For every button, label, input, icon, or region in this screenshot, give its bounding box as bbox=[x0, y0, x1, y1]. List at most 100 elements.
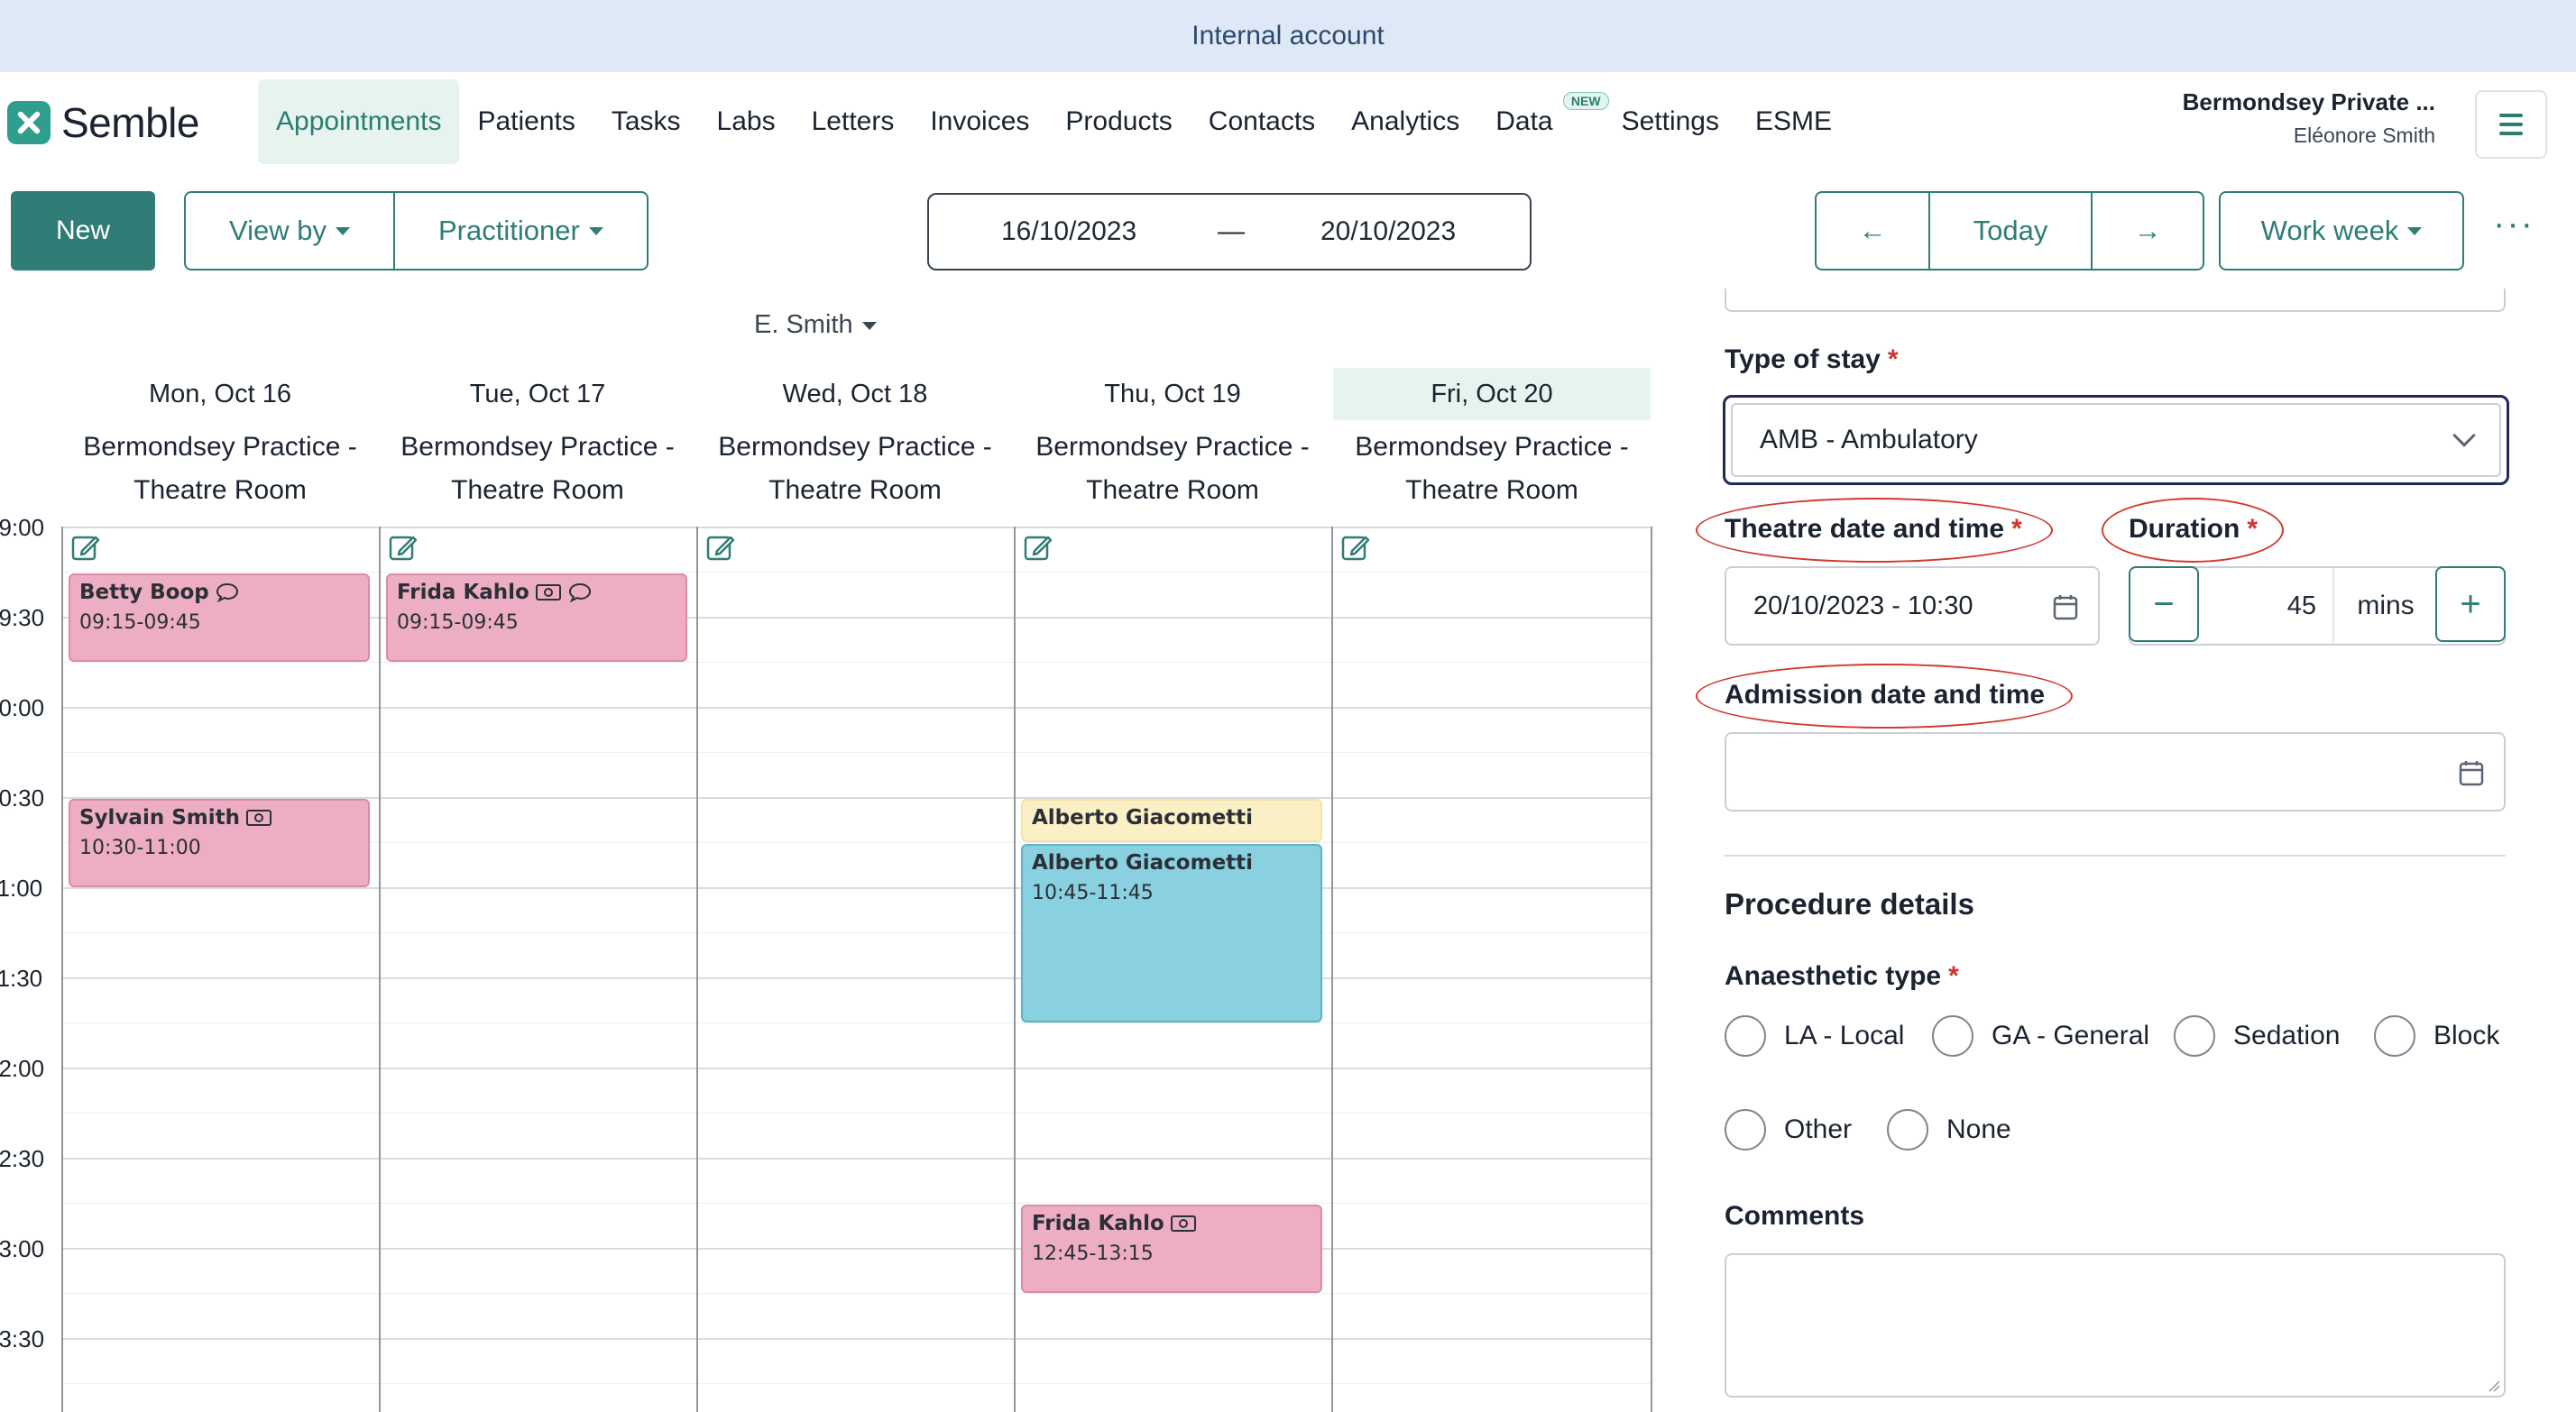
radio-other[interactable]: Other bbox=[1725, 1109, 1852, 1151]
edit-note-icon[interactable] bbox=[70, 532, 101, 563]
appointment-time: 09:15-09:45 bbox=[79, 611, 201, 634]
appointment-card[interactable]: Sylvain Smith 10:30-11:00 bbox=[69, 799, 370, 887]
calendar-icon[interactable] bbox=[2053, 593, 2078, 620]
label-text: Duration bbox=[2129, 514, 2240, 544]
calendar-icon[interactable] bbox=[2459, 759, 2484, 786]
view-by-label: View by bbox=[229, 215, 327, 246]
duration-label: Duration * bbox=[2129, 514, 2258, 545]
date-navigation: ← Today → bbox=[1815, 191, 2204, 270]
account-switcher[interactable]: Bermondsey Private ... Eléonore Smith bbox=[2183, 88, 2435, 148]
account-name: Bermondsey Private ... bbox=[2182, 88, 2435, 115]
comment-icon bbox=[216, 582, 238, 603]
nav-labs[interactable]: Labs bbox=[699, 79, 794, 164]
nav-data[interactable]: Data NEW bbox=[1477, 79, 1609, 164]
more-options-icon[interactable]: ··· bbox=[2493, 206, 2535, 242]
appointment-patient: Sylvain Smith bbox=[79, 806, 241, 830]
previous-field[interactable] bbox=[1725, 289, 2506, 312]
edit-note-icon[interactable] bbox=[1023, 532, 1053, 563]
nav-products[interactable]: Products bbox=[1047, 79, 1190, 164]
today-button[interactable]: Today bbox=[1928, 193, 2091, 269]
practitioner-filter[interactable]: E. Smith bbox=[754, 310, 877, 340]
arrow-right-icon: → bbox=[2133, 215, 2162, 246]
appointment-time: 10:30-11:00 bbox=[79, 837, 201, 859]
grid-line bbox=[61, 707, 1652, 709]
filter-button-group: View by Practitioner bbox=[184, 191, 649, 270]
nav-appointments[interactable]: Appointments bbox=[258, 79, 460, 164]
edit-note-icon[interactable] bbox=[1340, 532, 1371, 563]
column-divider bbox=[1331, 527, 1333, 1412]
brand-name: Semble bbox=[61, 99, 199, 146]
day-header-tue: Tue, Oct 17 bbox=[469, 379, 606, 408]
next-week-button[interactable]: → bbox=[2091, 193, 2203, 269]
semble-logo[interactable]: Semble bbox=[7, 97, 199, 148]
grid-line bbox=[61, 1068, 1652, 1069]
appointment-name-row: Betty Boop bbox=[79, 581, 359, 604]
appointment-card[interactable]: Alberto Giacometti bbox=[1021, 799, 1322, 842]
menu-icon[interactable] bbox=[2475, 90, 2547, 159]
nav-letters[interactable]: Letters bbox=[794, 79, 913, 164]
room-line1: Bermondsey Practice - bbox=[1355, 432, 1629, 462]
increase-duration-button[interactable]: + bbox=[2435, 566, 2506, 642]
date-range-picker[interactable]: 16/10/2023 — 20/10/2023 bbox=[927, 193, 1532, 270]
required-marker: * bbox=[1887, 344, 1899, 374]
resize-handle-icon[interactable] bbox=[2486, 1378, 2500, 1392]
edit-note-icon[interactable] bbox=[705, 532, 736, 563]
theatre-datetime-value: 20/10/2023 - 10:30 bbox=[1753, 591, 1973, 620]
work-week-dropdown[interactable]: Work week bbox=[2219, 191, 2464, 270]
duration-unit: mins bbox=[2332, 568, 2437, 644]
payment-icon bbox=[246, 810, 272, 826]
room-line1: Bermondsey Practice - bbox=[400, 432, 675, 462]
top-navigation: Semble Appointments Patients Tasks Labs … bbox=[0, 72, 2576, 171]
radio-label: GA - General bbox=[1992, 1021, 2150, 1050]
nav-tasks[interactable]: Tasks bbox=[593, 79, 699, 164]
grid-line bbox=[61, 1203, 1652, 1204]
appointment-time: 10:45-11:45 bbox=[1032, 882, 1154, 904]
nav-contacts[interactable]: Contacts bbox=[1191, 79, 1333, 164]
appointment-name-row: Sylvain Smith bbox=[79, 806, 359, 830]
radio-label: Other bbox=[1784, 1114, 1853, 1144]
time-label: 11:00 bbox=[0, 875, 43, 902]
radio-la-local[interactable]: LA - Local bbox=[1725, 1015, 1904, 1057]
internal-account-banner: Internal account bbox=[0, 0, 2576, 72]
edit-note-icon[interactable] bbox=[388, 532, 419, 563]
duration-value[interactable]: 45 bbox=[2197, 568, 2332, 644]
view-by-dropdown[interactable]: View by bbox=[186, 193, 393, 269]
radio-circle bbox=[1887, 1109, 1928, 1151]
new-button[interactable]: New bbox=[11, 191, 155, 270]
room-line2: Theatre Room bbox=[1405, 475, 1578, 505]
nav-settings[interactable]: Settings bbox=[1604, 79, 1737, 164]
theatre-datetime-input[interactable]: 20/10/2023 - 10:30 bbox=[1725, 566, 2100, 646]
nav-analytics[interactable]: Analytics bbox=[1333, 79, 1477, 164]
radio-none[interactable]: None bbox=[1887, 1109, 2011, 1151]
time-label: 09:30 bbox=[0, 604, 45, 631]
nav-esme[interactable]: ESME bbox=[1737, 79, 1850, 164]
date-to[interactable]: 20/10/2023 bbox=[1320, 216, 1456, 247]
type-of-stay-select[interactable]: AMB - Ambulatory bbox=[1723, 395, 2509, 485]
appointment-name-row: Frida Kahlo bbox=[397, 581, 676, 604]
date-from[interactable]: 16/10/2023 bbox=[1001, 216, 1136, 247]
time-grid[interactable]: 09:00 09:30 10:00 10:30 11:00 11:30 12:0… bbox=[0, 514, 1652, 1412]
decrease-duration-button[interactable]: − bbox=[2129, 566, 2199, 642]
practitioner-filter-label: E. Smith bbox=[754, 310, 853, 339]
previous-week-button[interactable]: ← bbox=[1817, 193, 1928, 269]
appointment-patient: Alberto Giacometti bbox=[1032, 851, 1254, 875]
appointment-card[interactable]: Frida Kahlo 09:15-09:45 bbox=[386, 573, 687, 662]
comment-icon bbox=[568, 582, 591, 603]
radio-sedation[interactable]: Sedation bbox=[2174, 1015, 2340, 1057]
room-line2: Theatre Room bbox=[768, 475, 942, 505]
appointment-card[interactable]: Alberto Giacometti 10:45-11:45 bbox=[1021, 844, 1322, 1022]
radio-label: Block bbox=[2433, 1021, 2500, 1050]
radio-block[interactable]: Block bbox=[2374, 1015, 2499, 1057]
nav-invoices[interactable]: Invoices bbox=[912, 79, 1047, 164]
room-thu: Bermondsey Practice - Theatre Room bbox=[1016, 426, 1329, 525]
practitioner-dropdown[interactable]: Practitioner bbox=[393, 193, 647, 269]
appointment-card[interactable]: Betty Boop 09:15-09:45 bbox=[69, 573, 370, 662]
new-badge: NEW bbox=[1562, 92, 1609, 110]
admission-datetime-input[interactable] bbox=[1725, 732, 2506, 811]
payment-icon bbox=[1170, 1215, 1196, 1232]
comments-textarea[interactable] bbox=[1725, 1253, 2506, 1398]
appointment-card[interactable]: Frida Kahlo 12:45-13:15 bbox=[1021, 1205, 1322, 1293]
nav-patients[interactable]: Patients bbox=[459, 79, 593, 164]
radio-ga-general[interactable]: GA - General bbox=[1932, 1015, 2149, 1057]
room-line1: Bermondsey Practice - bbox=[83, 432, 357, 462]
